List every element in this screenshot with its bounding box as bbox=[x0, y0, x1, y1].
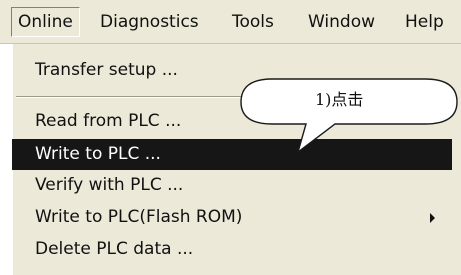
menu-item-label: Write to PLC ... bbox=[35, 144, 161, 164]
menu-item-verify-with-plc[interactable]: Verify with PLC ... bbox=[12, 170, 452, 201]
menu-item-label: Transfer setup ... bbox=[35, 60, 178, 80]
submenu-arrow-icon bbox=[430, 213, 435, 223]
menu-item-label: Verify with PLC ... bbox=[35, 175, 184, 195]
callout-text: 1)点击 bbox=[315, 90, 364, 109]
menu-online[interactable]: Online bbox=[11, 7, 80, 37]
menu-item-write-to-plc-flash-rom[interactable]: Write to PLC(Flash ROM) bbox=[12, 202, 452, 233]
menu-tools[interactable]: Tools bbox=[232, 8, 274, 36]
menu-help[interactable]: Help bbox=[405, 8, 444, 36]
menu-item-label: Read from PLC ... bbox=[35, 111, 182, 131]
menu-diagnostics[interactable]: Diagnostics bbox=[100, 8, 199, 36]
screenshot-stage: Online Diagnostics Tools Window Help Tra… bbox=[0, 0, 461, 275]
menu-item-label: Delete PLC data ... bbox=[35, 239, 194, 259]
menu-bar: Online Diagnostics Tools Window Help bbox=[0, 0, 461, 44]
menu-item-label: Write to PLC(Flash ROM) bbox=[35, 207, 243, 227]
menu-window[interactable]: Window bbox=[308, 8, 375, 36]
menu-item-delete-plc-data[interactable]: Delete PLC data ... bbox=[12, 234, 452, 265]
